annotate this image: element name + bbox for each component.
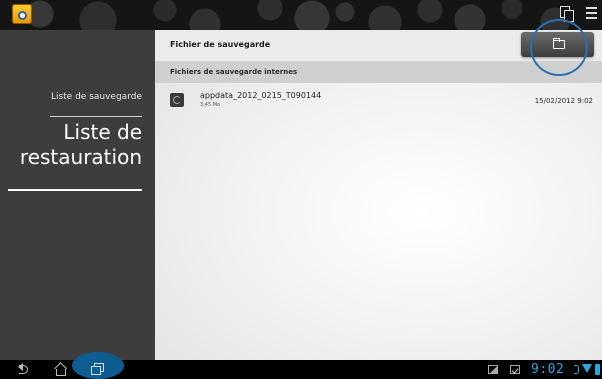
recents-icon[interactable] [91,363,105,375]
main-content: Fichier de sauvegarde Fichiers de sauveg… [155,30,602,360]
header-bar: Fichier de sauvegarde [155,30,602,62]
copy-icon[interactable] [560,6,574,22]
sidebar-active-underline [8,189,142,191]
system-bar: 9:02 [0,352,602,379]
backup-file-icon [170,93,184,107]
backup-app-icon[interactable] [12,4,32,24]
sidebar-item-restore-list[interactable]: Liste de restauration [0,120,142,170]
page-title: Fichier de sauvegarde [170,40,271,49]
home-icon[interactable] [54,363,68,376]
bluetooth-icon [574,365,579,374]
sidebar-item-backup-list[interactable]: Liste de sauvegarde [51,92,142,102]
image-notification-icon[interactable] [488,365,498,374]
section-header: Fichiers de sauvegarde internes [155,61,602,83]
checkbox-notification-icon[interactable] [510,365,520,374]
open-folder-button[interactable] [521,32,594,57]
section-title: Fichiers de sauvegarde internes [170,68,298,76]
sidebar: Liste de sauvegarde Liste de restauratio… [0,30,155,360]
folder-icon [552,37,565,49]
battery-icon [595,364,600,375]
sidebar-divider [50,116,142,117]
action-bar [0,0,602,30]
back-icon[interactable] [16,363,29,375]
list-item[interactable]: appdata_2012_0215_T090144 3,45 Mo 15/02/… [155,85,602,113]
status-time: 9:02 [531,362,565,377]
file-date: 15/02/2012 9:02 [534,97,593,105]
file-name: appdata_2012_0215_T090144 [200,91,322,100]
file-size: 3,45 Mo [200,102,221,108]
wifi-icon [582,364,592,373]
menu-icon[interactable] [586,7,597,20]
